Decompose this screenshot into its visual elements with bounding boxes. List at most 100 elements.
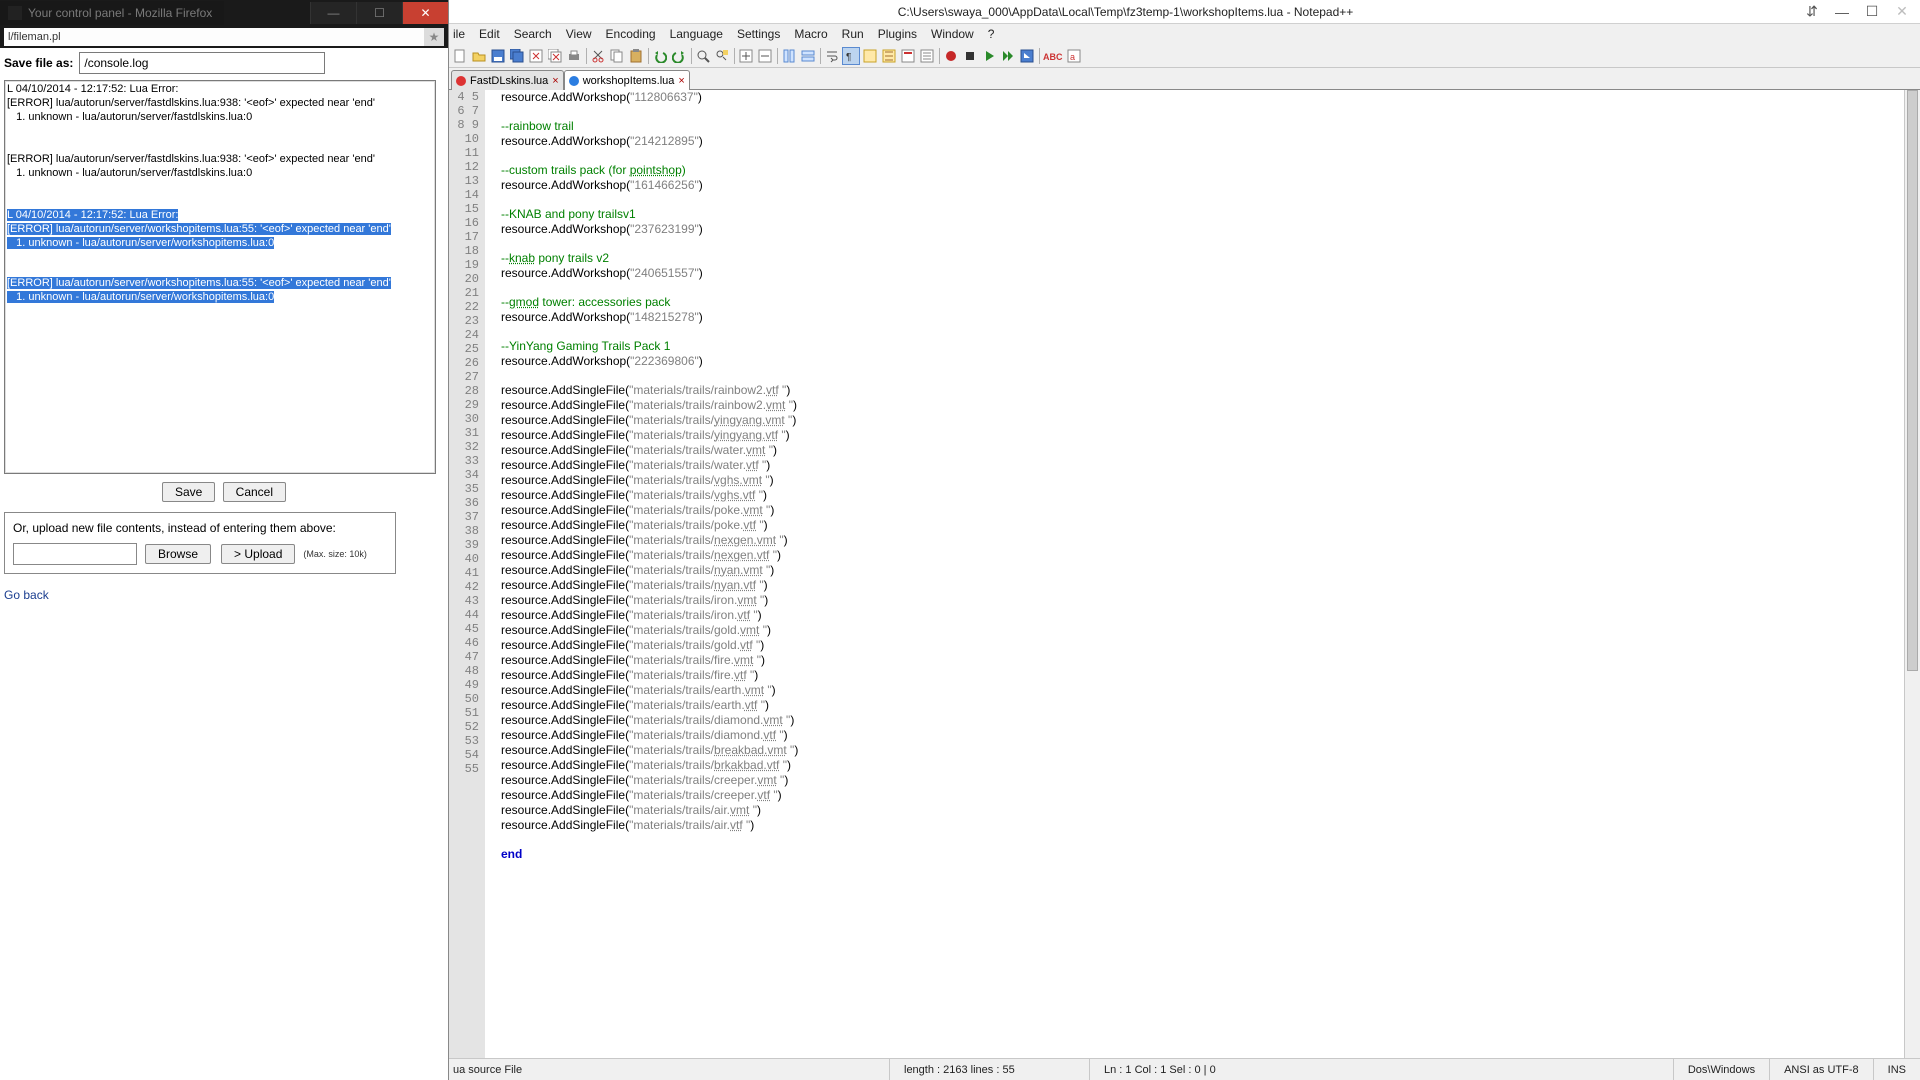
spellcheck-icon[interactable]: ABC bbox=[1042, 47, 1064, 65]
log-selection: [ERROR] lua/autorun/server/workshopitems… bbox=[7, 277, 391, 289]
play-macro-icon[interactable] bbox=[980, 47, 998, 65]
page-body: Save file as: L 04/10/2014 - 12:17:52: L… bbox=[0, 48, 448, 1080]
svg-text:¶: ¶ bbox=[846, 52, 851, 63]
zoom-in-icon[interactable] bbox=[737, 47, 755, 65]
spellcheck-opts-icon[interactable]: a bbox=[1065, 47, 1083, 65]
log-selection: L 04/10/2014 - 12:17:52: Lua Error: bbox=[7, 209, 178, 221]
toolbar-separator bbox=[584, 47, 588, 65]
bookmark-star-icon[interactable]: ★ bbox=[424, 28, 444, 46]
menu-run[interactable]: Run bbox=[842, 27, 864, 41]
doc-map-icon[interactable] bbox=[899, 47, 917, 65]
notepadpp-menubar[interactable]: ile Edit Search View Encoding Language S… bbox=[449, 24, 1920, 44]
upload-file-input[interactable] bbox=[13, 543, 137, 565]
menu-search[interactable]: Search bbox=[514, 27, 552, 41]
save-file-input[interactable] bbox=[79, 52, 325, 74]
address-input[interactable] bbox=[4, 28, 424, 46]
tab-favicon-icon bbox=[8, 6, 22, 20]
minimize-button[interactable]: — bbox=[310, 2, 356, 24]
cut-icon[interactable] bbox=[589, 47, 607, 65]
save-macro-icon[interactable] bbox=[1018, 47, 1036, 65]
sync-v-icon[interactable] bbox=[780, 47, 798, 65]
new-file-icon[interactable] bbox=[451, 47, 469, 65]
npp-minimize-button[interactable]: — bbox=[1828, 2, 1856, 22]
npp-maximize-button[interactable]: ☐ bbox=[1858, 2, 1886, 22]
firefox-tab[interactable]: Your control panel - Mozilla Firefox bbox=[0, 1, 224, 25]
firefox-address-bar: ★ bbox=[0, 26, 448, 48]
firefox-titlebar: Your control panel - Mozilla Firefox — ☐… bbox=[0, 0, 448, 26]
svg-text:a: a bbox=[1070, 52, 1075, 62]
vertical-scrollbar[interactable] bbox=[1904, 90, 1920, 1058]
tab-label: workshopItems.lua bbox=[583, 75, 675, 87]
notepadpp-title-text: C:\Users\swaya_000\AppData\Local\Temp\fz… bbox=[898, 5, 1354, 19]
line-number-gutter: 4 5 6 7 8 9 10 11 12 13 14 15 16 17 18 1… bbox=[449, 90, 485, 1058]
tab-label: FastDLskins.lua bbox=[470, 75, 548, 87]
log-textarea[interactable]: L 04/10/2014 - 12:17:52: Lua Error: [ERR… bbox=[4, 80, 436, 474]
saved-indicator-icon bbox=[569, 76, 579, 86]
npp-close-button[interactable]: ✕ bbox=[1888, 2, 1916, 22]
browse-button[interactable]: Browse bbox=[145, 544, 211, 564]
stop-macro-icon[interactable] bbox=[961, 47, 979, 65]
npp-restore-down-icon[interactable]: ⇵ bbox=[1798, 2, 1826, 22]
upload-button[interactable]: > Upload bbox=[221, 544, 295, 564]
notepadpp-editor[interactable]: 4 5 6 7 8 9 10 11 12 13 14 15 16 17 18 1… bbox=[449, 90, 1920, 1058]
editor-tab-workshopitems[interactable]: workshopItems.lua × bbox=[564, 70, 690, 90]
save-file-row: Save file as: bbox=[4, 52, 444, 74]
undo-icon[interactable] bbox=[651, 47, 669, 65]
open-file-icon[interactable] bbox=[470, 47, 488, 65]
toolbar-separator bbox=[646, 47, 650, 65]
indent-guide-icon[interactable] bbox=[861, 47, 879, 65]
save-button[interactable]: Save bbox=[162, 482, 215, 502]
maximize-button[interactable]: ☐ bbox=[356, 2, 402, 24]
toolbar-separator bbox=[689, 47, 693, 65]
menu-window[interactable]: Window bbox=[931, 27, 974, 41]
close-button[interactable]: ✕ bbox=[402, 2, 448, 24]
menu-edit[interactable]: Edit bbox=[479, 27, 500, 41]
svg-text:ABC: ABC bbox=[1043, 52, 1063, 62]
status-eol: Dos\Windows bbox=[1673, 1059, 1769, 1080]
notepadpp-tabbar: FastDLskins.lua × workshopItems.lua × bbox=[449, 68, 1920, 90]
redo-icon[interactable] bbox=[670, 47, 688, 65]
toolbar-separator bbox=[1037, 47, 1041, 65]
menu-view[interactable]: View bbox=[566, 27, 592, 41]
status-encoding: ANSI as UTF-8 bbox=[1769, 1059, 1873, 1080]
menu-file[interactable]: ile bbox=[453, 27, 465, 41]
func-list-icon[interactable] bbox=[918, 47, 936, 65]
tab-close-icon[interactable]: × bbox=[678, 75, 684, 87]
toolbar-separator bbox=[732, 47, 736, 65]
find-icon[interactable] bbox=[694, 47, 712, 65]
user-lang-icon[interactable] bbox=[880, 47, 898, 65]
save-all-icon[interactable] bbox=[508, 47, 526, 65]
close-all-icon[interactable] bbox=[546, 47, 564, 65]
menu-help[interactable]: ? bbox=[988, 27, 995, 41]
sync-h-icon[interactable] bbox=[799, 47, 817, 65]
notepadpp-titlebar: C:\Users\swaya_000\AppData\Local\Temp\fz… bbox=[449, 0, 1920, 24]
cancel-button[interactable]: Cancel bbox=[223, 482, 286, 502]
paste-icon[interactable] bbox=[627, 47, 645, 65]
save-icon[interactable] bbox=[489, 47, 507, 65]
go-back-link[interactable]: Go back bbox=[4, 588, 49, 602]
code-area[interactable]: resource.AddWorkshop("112806637") --rain… bbox=[485, 90, 1904, 1058]
notepadpp-window: C:\Users\swaya_000\AppData\Local\Temp\fz… bbox=[448, 0, 1920, 1080]
upload-hint: (Max. size: 10k) bbox=[303, 549, 367, 559]
status-insert-mode: INS bbox=[1873, 1059, 1920, 1080]
print-icon[interactable] bbox=[565, 47, 583, 65]
zoom-out-icon[interactable] bbox=[756, 47, 774, 65]
copy-icon[interactable] bbox=[608, 47, 626, 65]
menu-language[interactable]: Language bbox=[670, 27, 723, 41]
tab-close-icon[interactable]: × bbox=[552, 75, 558, 87]
menu-settings[interactable]: Settings bbox=[737, 27, 780, 41]
play-multi-icon[interactable] bbox=[999, 47, 1017, 65]
show-all-chars-icon[interactable]: ¶ bbox=[842, 47, 860, 65]
save-cancel-row: Save Cancel bbox=[4, 482, 444, 502]
menu-macro[interactable]: Macro bbox=[794, 27, 827, 41]
menu-plugins[interactable]: Plugins bbox=[878, 27, 917, 41]
firefox-window: Your control panel - Mozilla Firefox — ☐… bbox=[0, 0, 448, 1080]
scrollbar-thumb[interactable] bbox=[1907, 90, 1918, 671]
upload-box: Or, upload new file contents, instead of… bbox=[4, 512, 396, 574]
wordwrap-icon[interactable] bbox=[823, 47, 841, 65]
editor-tab-fastdlskins[interactable]: FastDLskins.lua × bbox=[451, 70, 564, 90]
menu-encoding[interactable]: Encoding bbox=[606, 27, 656, 41]
close-file-icon[interactable] bbox=[527, 47, 545, 65]
record-macro-icon[interactable] bbox=[942, 47, 960, 65]
replace-icon[interactable] bbox=[713, 47, 731, 65]
